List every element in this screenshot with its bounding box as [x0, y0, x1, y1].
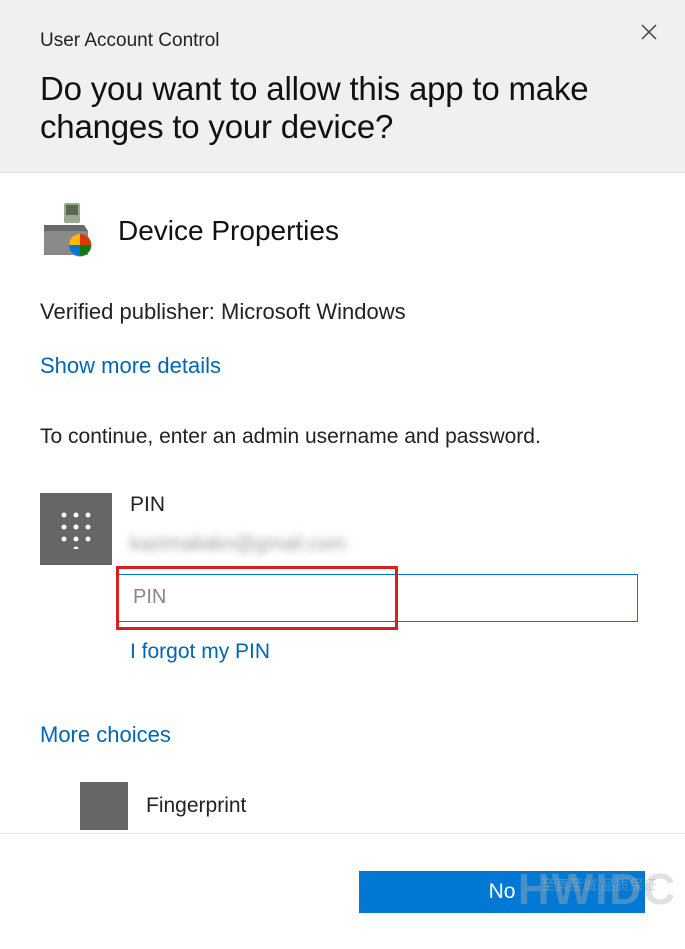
no-button[interactable]: No [359, 871, 645, 913]
account-email-blurred: kazimaliakn@gmail.com [130, 533, 645, 556]
show-more-details-link[interactable]: Show more details [40, 353, 221, 379]
dialog-header: User Account Control Do you want to allo… [0, 0, 685, 173]
publisher-prefix: Verified publisher: [40, 299, 221, 324]
credential-section: PIN kazimaliakn@gmail.com I forgot my PI… [40, 493, 645, 664]
credential-fields: PIN kazimaliakn@gmail.com I forgot my PI… [130, 493, 645, 664]
app-icon [40, 201, 100, 261]
dialog-content: Device Properties Verified publisher: Mi… [0, 173, 685, 850]
pin-input-container [118, 574, 645, 622]
publisher-info: Verified publisher: Microsoft Windows [40, 299, 645, 325]
fingerprint-icon [80, 782, 128, 830]
alt-method-label: Fingerprint [146, 794, 246, 818]
forgot-pin-link[interactable]: I forgot my PIN [130, 640, 270, 664]
app-name: Device Properties [118, 215, 339, 247]
dialog-footer: No [0, 833, 685, 949]
publisher-name: Microsoft Windows [221, 299, 406, 324]
dialog-question: Do you want to allow this app to make ch… [40, 70, 645, 146]
dialog-title: User Account Control [40, 30, 645, 52]
pin-pad-icon [40, 493, 112, 565]
pin-method-label: PIN [130, 493, 645, 517]
more-choices-link[interactable]: More choices [40, 722, 171, 748]
admin-instruction: To continue, enter an admin username and… [40, 425, 645, 449]
close-icon [640, 23, 658, 41]
close-button[interactable] [635, 18, 663, 46]
alt-method-row[interactable]: Fingerprint [80, 782, 645, 830]
pin-input[interactable] [118, 574, 638, 622]
app-info-row: Device Properties [40, 201, 645, 261]
uac-dialog: User Account Control Do you want to allo… [0, 0, 685, 949]
